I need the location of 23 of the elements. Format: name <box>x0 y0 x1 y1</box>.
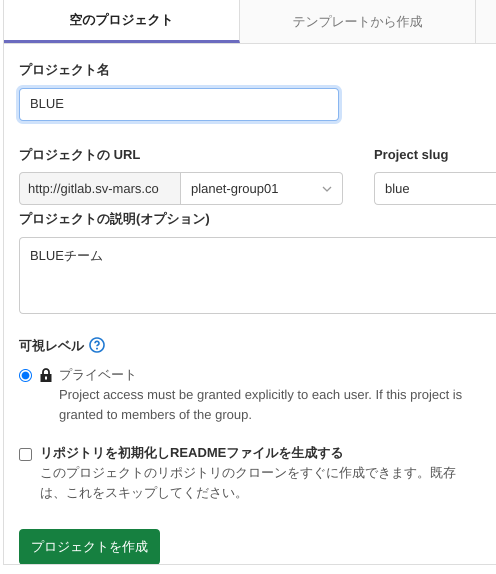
help-text: は、これをスキップしてください。 <box>40 484 249 502</box>
radio-button[interactable] <box>19 369 32 382</box>
field-label: プロジェクトの説明(オプション) <box>19 210 211 228</box>
tab[interactable]: 空のプロジェクト <box>4 0 240 43</box>
field-label: プロジェクト名 <box>19 61 111 79</box>
option-description: Project access must be granted explicitly to each user. If this project is <box>59 386 462 404</box>
text-area[interactable]: BLUEチーム <box>19 236 496 314</box>
tab[interactable]: テンプレートから作成 <box>240 0 476 43</box>
checkbox-label: リポジトリを初期化しREADMEファイルを生成する <box>40 444 344 462</box>
field-label: Project slug <box>374 146 450 164</box>
option-label: プライベート <box>59 366 138 384</box>
field-label: 可視レベル <box>19 336 84 354</box>
checkbox[interactable] <box>19 448 32 461</box>
option-description: granted to members of the group. <box>59 406 253 424</box>
field-label: プロジェクトの URL <box>19 146 142 164</box>
input-field[interactable]: blue <box>374 172 496 205</box>
chevron-down-icon <box>322 186 332 192</box>
create-project-button[interactable]: プロジェクトを作成 <box>19 529 160 564</box>
help-text: このプロジェクトのリポジトリのクローンをすぐに作成できます。既存 <box>40 464 456 482</box>
lock-icon <box>40 368 52 382</box>
url-prefix: http://gitlab.sv-mars.co <box>19 172 181 205</box>
help-icon[interactable] <box>89 337 105 354</box>
namespace-select[interactable]: planet-group01 <box>181 172 343 205</box>
